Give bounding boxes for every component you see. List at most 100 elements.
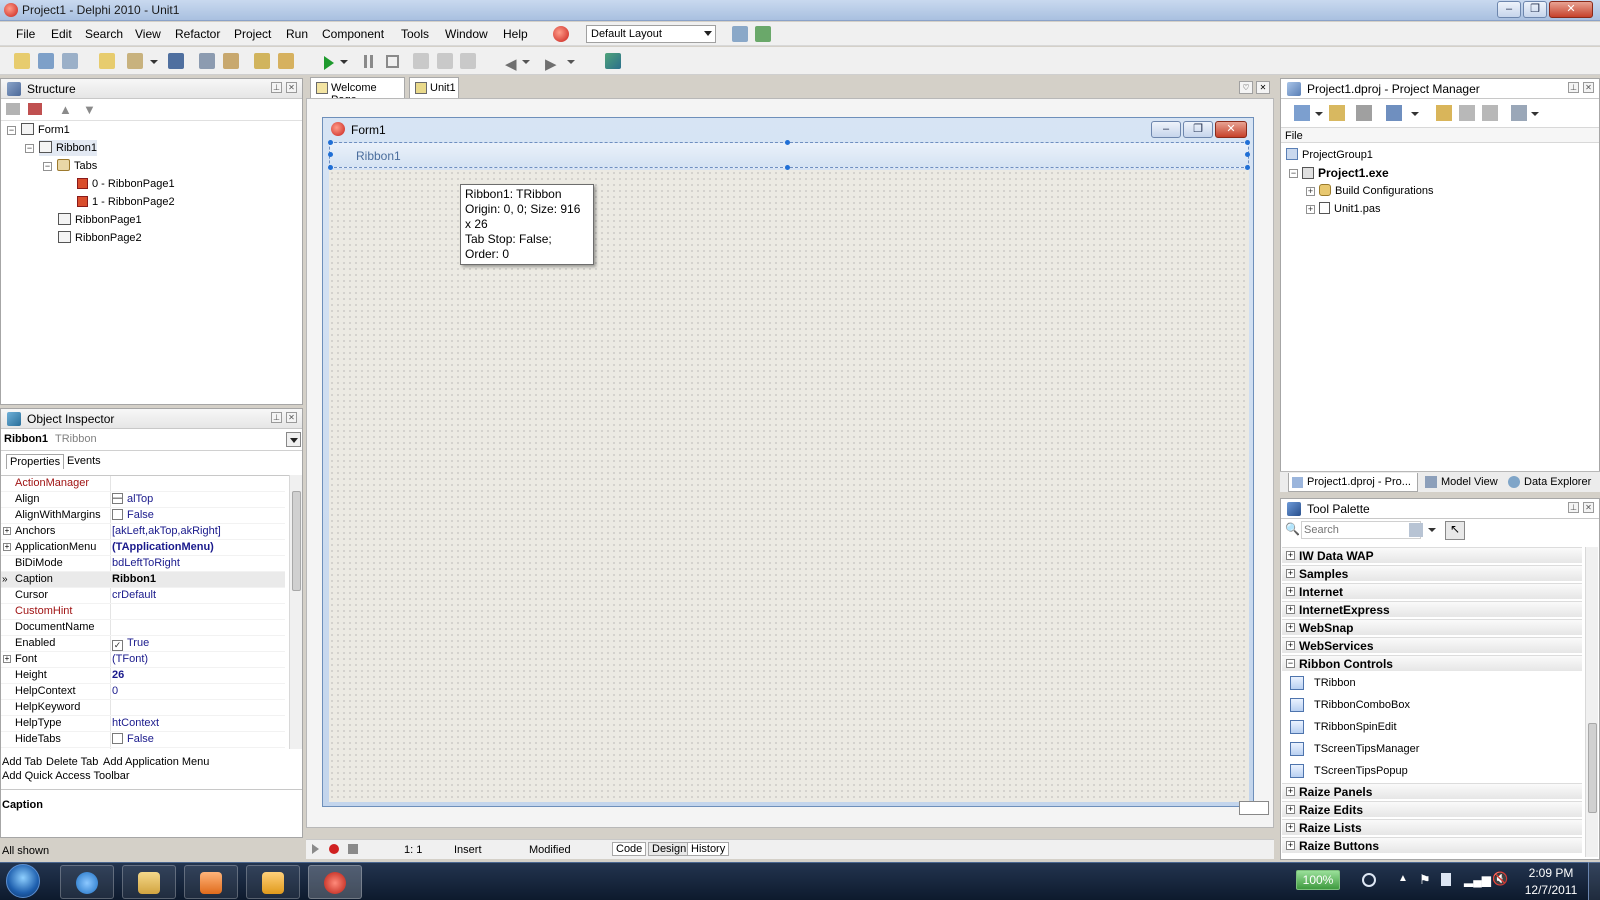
- expand-icon[interactable]: +: [3, 543, 11, 551]
- expand-all-icon[interactable]: [6, 103, 20, 115]
- property-grid-scrollbar[interactable]: [289, 475, 302, 749]
- stop-icon[interactable]: [386, 55, 399, 68]
- volume-muted-icon[interactable]: 🔇: [1492, 871, 1508, 887]
- pointer-tool-icon[interactable]: ↖: [1445, 521, 1465, 540]
- pin-icon[interactable]: ⊥: [1568, 502, 1579, 513]
- selection-handle[interactable]: [1245, 140, 1250, 145]
- move-down-icon[interactable]: ▼: [83, 102, 96, 117]
- selection-handle[interactable]: [328, 140, 333, 145]
- component-dropdown[interactable]: [286, 432, 301, 447]
- tab-design[interactable]: Design: [648, 842, 691, 856]
- taskbar-delphi[interactable]: [308, 865, 362, 899]
- chevron-down-icon[interactable]: [1428, 528, 1436, 532]
- prop-row-helptype[interactable]: HelpType htContext: [1, 716, 285, 732]
- maximize-button[interactable]: ❐: [1523, 1, 1547, 18]
- component-tribbon[interactable]: TRibbon: [1290, 673, 1356, 693]
- forward-arrow-icon[interactable]: ▶: [545, 55, 557, 73]
- menu-window[interactable]: Window: [445, 27, 488, 41]
- step-over-icon[interactable]: [437, 53, 453, 69]
- chevron-down-icon[interactable]: [1411, 112, 1419, 116]
- menu-project[interactable]: Project: [234, 27, 271, 41]
- palette-category-ribbon-controls[interactable]: − Ribbon Controls: [1282, 655, 1582, 671]
- scrollbar-thumb[interactable]: [1588, 723, 1597, 813]
- prop-row-height[interactable]: Height 26: [1, 668, 285, 684]
- close-tab-icon[interactable]: ✕: [1256, 81, 1270, 94]
- help-book-icon[interactable]: [605, 53, 621, 69]
- tab-model-view[interactable]: Model View: [1425, 476, 1498, 488]
- palette-category-raize-edits[interactable]: + Raize Edits: [1282, 801, 1582, 817]
- pm-node-projectgroup1[interactable]: ProjectGroup1: [1286, 147, 1373, 163]
- new-form-icon[interactable]: [99, 53, 115, 69]
- tree-expander[interactable]: −: [7, 126, 16, 135]
- move-up-icon[interactable]: ▲: [59, 102, 72, 117]
- open-file-icon[interactable]: [127, 53, 143, 69]
- remove-from-project-icon[interactable]: [278, 53, 294, 69]
- pm-node-unit1-pas[interactable]: Unit1.pas: [1319, 201, 1380, 217]
- prop-row-caption[interactable]: » Caption Ribbon1: [1, 572, 285, 588]
- palette-category-internetexpress[interactable]: + InternetExpress: [1282, 601, 1582, 617]
- selection-handle[interactable]: [1245, 152, 1250, 157]
- component-tribbonspinedit[interactable]: TRibbonSpinEdit: [1290, 717, 1397, 737]
- new-items-icon[interactable]: [14, 53, 30, 69]
- remove-icon[interactable]: [1356, 105, 1372, 121]
- delete-icon[interactable]: [28, 103, 42, 115]
- pause-icon[interactable]: [364, 55, 367, 68]
- palette-category-webservices[interactable]: + WebServices: [1282, 637, 1582, 653]
- palette-scrollbar[interactable]: [1585, 547, 1598, 857]
- selection-handle[interactable]: [328, 152, 333, 157]
- set-debug-desktop-icon[interactable]: [755, 26, 771, 42]
- chevron-down-icon[interactable]: [1531, 112, 1539, 116]
- start-button[interactable]: [6, 864, 40, 898]
- taskbar-internet-explorer[interactable]: [60, 865, 114, 899]
- prop-row-hidetabs[interactable]: HideTabs False: [1, 732, 285, 748]
- tree-expander[interactable]: −: [25, 144, 34, 153]
- tab-code[interactable]: Code: [612, 842, 647, 856]
- tab-welcome-page[interactable]: Welcome Page: [310, 77, 405, 106]
- tree-node-tab-1[interactable]: 1 - RibbonPage2: [77, 194, 175, 210]
- chevron-down-icon[interactable]: [150, 60, 158, 64]
- tree-node-tabs[interactable]: Tabs: [57, 158, 97, 174]
- network-icon[interactable]: ▂▄▆: [1464, 873, 1491, 887]
- tab-unit1[interactable]: Unit1: [409, 77, 459, 98]
- taskbar-outlook[interactable]: [246, 865, 300, 899]
- menu-view[interactable]: View: [135, 27, 161, 41]
- prop-row-enabled[interactable]: Enabled ✓ True: [1, 636, 285, 652]
- selection-handle[interactable]: [785, 140, 790, 145]
- sort-icon[interactable]: [1511, 105, 1527, 121]
- pin-icon[interactable]: ⊥: [1568, 82, 1579, 93]
- record-macro-icon[interactable]: [329, 844, 339, 854]
- menu-tools[interactable]: Tools: [401, 27, 429, 41]
- component-selector[interactable]: Ribbon1 TRibbon: [1, 429, 302, 451]
- palette-search-input[interactable]: [1301, 521, 1421, 539]
- prop-row-helpcontext[interactable]: HelpContext 0: [1, 684, 285, 700]
- tree-expander[interactable]: +: [1306, 205, 1315, 214]
- close-button[interactable]: ✕: [1549, 1, 1593, 18]
- pm-node-build-configurations[interactable]: Build Configurations: [1319, 183, 1433, 199]
- tree-node-form1[interactable]: Form1: [21, 122, 70, 138]
- run-to-cursor-icon[interactable]: [460, 53, 476, 69]
- trace-into-icon[interactable]: [413, 53, 429, 69]
- save-icon[interactable]: [168, 53, 184, 69]
- component-tscreentipspopup[interactable]: TScreenTipsPopup: [1290, 761, 1408, 781]
- desktop-layout-icon[interactable]: [553, 26, 569, 42]
- verb-add-application-menu[interactable]: Add Application Menu: [103, 756, 209, 768]
- tab-data-explorer[interactable]: Data Explorer: [1508, 476, 1591, 488]
- close-all-icon[interactable]: [223, 53, 239, 69]
- tree-node-ribbonpage1[interactable]: RibbonPage1: [58, 212, 142, 228]
- run-icon[interactable]: [324, 56, 334, 70]
- prop-row-align[interactable]: Align alTop: [1, 492, 285, 508]
- tree-expander[interactable]: −: [1289, 169, 1298, 178]
- view-icon[interactable]: [1386, 105, 1402, 121]
- palette-filter-icon[interactable]: [1409, 523, 1423, 537]
- prop-row-actionmanager[interactable]: ActionManager: [1, 476, 285, 492]
- prop-row-anchors[interactable]: + Anchors [akLeft,akTop,akRight]: [1, 524, 285, 540]
- save-desktop-icon[interactable]: [732, 26, 748, 42]
- tab-list-icon[interactable]: ♡: [1239, 81, 1253, 94]
- checkbox-checked[interactable]: ✓: [112, 640, 123, 651]
- taskbar-media-player[interactable]: [184, 865, 238, 899]
- palette-category-internet[interactable]: + Internet: [1282, 583, 1582, 599]
- form1-window[interactable]: Form1 – ❐ ✕ Ribbon1 Ribbon1: TRibbon Ori…: [322, 117, 1254, 807]
- add-to-project-icon[interactable]: [254, 53, 270, 69]
- open-project-icon[interactable]: [1329, 105, 1345, 121]
- tree-expander[interactable]: +: [1306, 187, 1315, 196]
